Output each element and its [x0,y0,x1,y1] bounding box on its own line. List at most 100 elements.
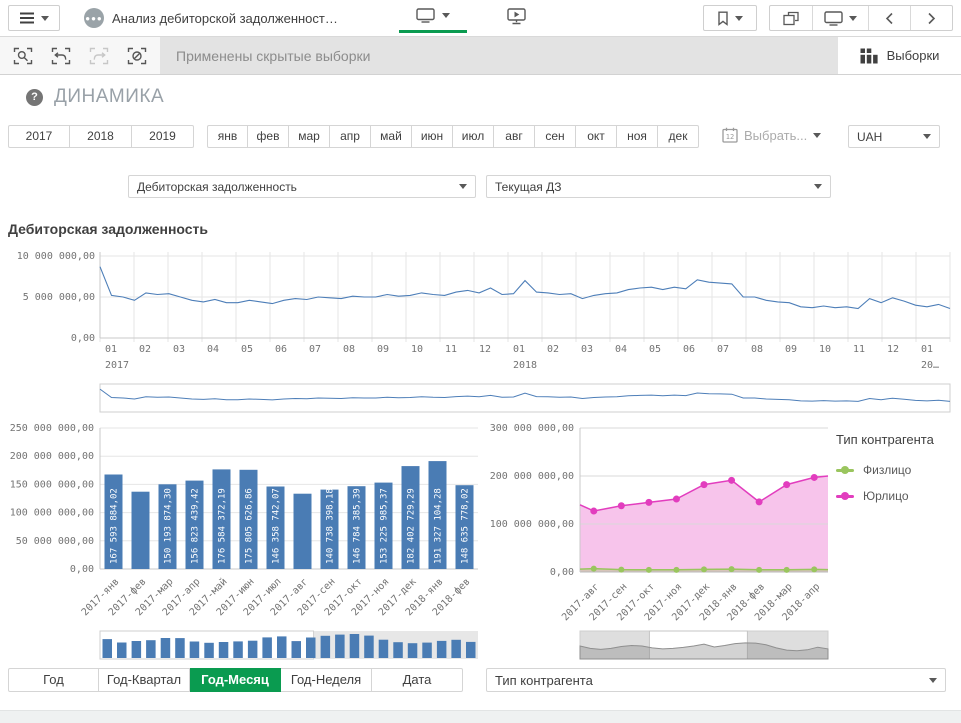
duplicate-sheet-button[interactable] [770,6,812,30]
calendar-icon: 12 [722,127,738,143]
toolbar-right-group [703,5,953,31]
clear-selections-icon [127,47,147,65]
chevron-down-icon [849,16,857,21]
sheets-list-button[interactable] [812,6,868,30]
year-filter-2019[interactable]: 2019 [132,125,194,148]
month-filter-4[interactable]: апр [330,125,371,148]
sheet-icon [416,8,435,23]
year-filter-2018[interactable]: 2018 [70,125,132,148]
month-filter-5[interactable]: май [371,125,412,148]
receivables-line-chart[interactable]: 0,005 000 000,0010 000 000,0001020304050… [0,246,961,376]
chevron-down-icon [41,16,49,21]
svg-text:07: 07 [717,344,729,355]
svg-text:12: 12 [887,344,899,355]
chevron-down-icon [923,134,931,139]
svg-text:05: 05 [649,344,661,355]
selections-tool-label: Выборки [887,48,940,63]
undo-selection-button[interactable] [43,40,79,71]
svg-text:10: 10 [819,344,831,355]
storytelling-button[interactable] [507,8,526,28]
page-header: ? ДИНАМИКА [26,86,164,108]
line-chart-range-navigator[interactable] [0,382,961,416]
svg-text:01: 01 [513,344,525,355]
selection-tools [0,37,160,74]
legend-label: Юрлицо [863,489,909,503]
page-title: ДИНАМИКА [54,86,164,108]
svg-text:156 823 439,42: 156 823 439,42 [191,488,201,564]
chevron-down-icon [735,16,743,21]
navigation-menu-button[interactable] [8,5,60,31]
period-tab-1[interactable]: Год-Квартал [99,668,190,692]
period-tab-0[interactable]: Год [8,668,99,692]
svg-text:148 635 778,02: 148 635 778,02 [461,488,471,564]
month-filter-12[interactable]: дек [658,125,699,148]
search-icon [13,47,33,65]
hamburger-icon [19,12,35,24]
bars-range-navigator[interactable] [0,629,482,661]
month-filter-7[interactable]: июл [453,125,494,148]
year-filter-2017[interactable]: 2017 [8,125,70,148]
svg-text:10 000 000,00: 10 000 000,00 [17,251,95,262]
month-filter-3[interactable]: мар [289,125,330,148]
submeasure-select[interactable]: Текущая ДЗ [486,175,831,198]
month-filter-8[interactable]: авг [494,125,535,148]
period-tab-4[interactable]: Дата [372,668,463,692]
month-filter-group: янвфевмарапрмайиюниюлавгсеноктноядек [207,125,699,148]
hidden-selections-message: Применены скрытые выборки [160,37,838,74]
svg-text:11: 11 [853,344,865,355]
period-tab-2[interactable]: Год-Месяц [190,668,281,692]
line-dot-marker-icon [836,466,854,474]
overlapping-sheets-icon [783,11,799,26]
svg-text:2018: 2018 [513,360,537,371]
smart-search-button[interactable] [5,40,41,71]
selections-tool-icon [860,48,878,64]
svg-text:04: 04 [615,344,627,355]
chevron-down-icon [442,13,450,18]
redo-icon [89,47,109,65]
legend-item-fizlico[interactable]: Физлицо [836,463,960,477]
help-icon[interactable]: ? [26,89,43,106]
monthly-bars-chart[interactable]: 0,0050 000 000,00100 000 000,00150 000 0… [0,424,482,627]
sheet-controls-group [769,5,953,31]
svg-text:11: 11 [445,344,457,355]
month-filter-9[interactable]: сен [535,125,576,148]
area-range-navigator[interactable] [482,629,961,661]
chevron-left-icon [885,12,894,25]
svg-text:01: 01 [921,344,933,355]
svg-text:08: 08 [751,344,763,355]
period-tab-group: ГодГод-КварталГод-МесяцГод-НеделяДата [8,668,463,692]
next-sheet-button[interactable] [910,6,952,30]
sheet-icon [824,11,843,26]
month-filter-10[interactable]: окт [576,125,617,148]
month-filter-2[interactable]: фев [248,125,289,148]
previous-sheet-button[interactable] [868,6,910,30]
clear-selections-button[interactable] [119,40,155,71]
month-filter-11[interactable]: ноя [617,125,658,148]
svg-text:09: 09 [377,344,389,355]
svg-text:175 805 626,86: 175 805 626,86 [245,488,255,564]
legend-item-yurlico[interactable]: Юрлицо [836,489,960,503]
currency-select[interactable]: UAH [848,125,940,148]
svg-text:2017: 2017 [105,360,129,371]
svg-text:10: 10 [411,344,423,355]
chevron-down-icon [814,184,822,189]
selections-bar: Применены скрытые выборки Выборки [0,37,961,75]
svg-text:5 000 000,00: 5 000 000,00 [23,292,95,303]
svg-text:250 000 000,00: 250 000 000,00 [10,424,94,434]
month-filter-1[interactable]: янв [207,125,248,148]
date-picker[interactable]: 12 Выбрать... [722,127,821,143]
svg-text:03: 03 [581,344,593,355]
month-filter-6[interactable]: июн [412,125,453,148]
legend-title: Тип контрагента [836,432,960,447]
bookmarks-button[interactable] [704,6,756,30]
svg-text:06: 06 [275,344,287,355]
selections-tool-button[interactable]: Выборки [838,37,961,74]
svg-text:01: 01 [105,344,117,355]
svg-text:176 584 372,19: 176 584 372,19 [218,488,228,564]
period-tab-3[interactable]: Год-Неделя [281,668,372,692]
top-toolbar: ●●● Анализ дебиторской задолженност… [0,0,961,37]
contractor-type-select[interactable]: Тип контрагента [486,668,946,692]
redo-selection-button[interactable] [81,40,117,71]
current-sheet-button[interactable] [399,0,467,33]
measure-select[interactable]: Дебиторская задолженность [128,175,476,198]
